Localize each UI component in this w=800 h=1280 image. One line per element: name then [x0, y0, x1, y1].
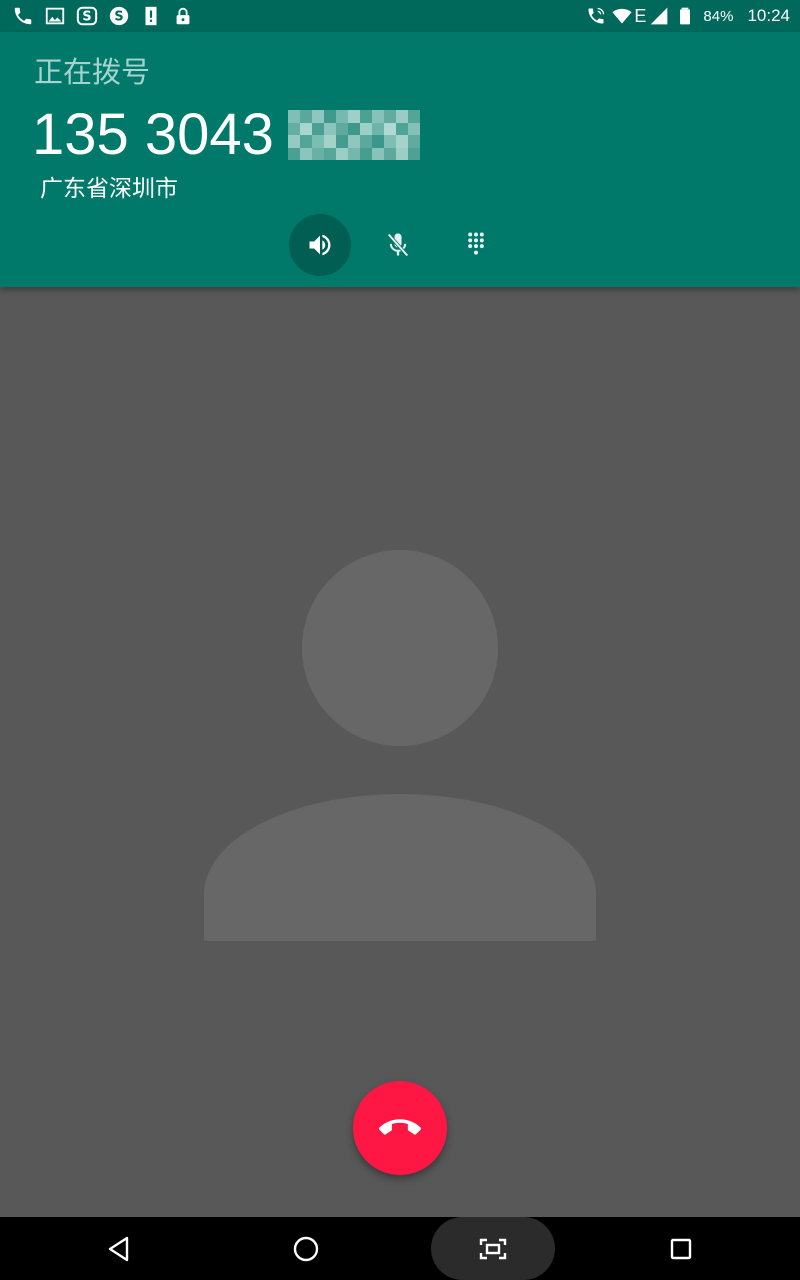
dialpad-button[interactable] [445, 214, 507, 276]
wifi-icon [612, 8, 632, 24]
home-icon [293, 1236, 319, 1261]
battery-icon [680, 7, 691, 25]
image-icon [45, 7, 65, 25]
redacted-digits [287, 110, 420, 160]
phone-number-visible: 135 3043 [32, 102, 274, 167]
speaker-button[interactable] [289, 214, 351, 276]
clock: 10:24 [747, 6, 790, 25]
mute-button[interactable] [367, 214, 429, 276]
call-state-label: 正在拨号 [34, 55, 151, 89]
lock-icon [176, 7, 190, 25]
screenshot-button[interactable] [431, 1217, 555, 1280]
s-circle-app-icon: S [109, 6, 129, 26]
signal-icon [651, 7, 668, 25]
home-button[interactable] [275, 1217, 337, 1280]
svg-text:S: S [114, 10, 123, 25]
call-controls [289, 214, 507, 276]
recents-button[interactable] [650, 1217, 712, 1280]
back-icon [108, 1236, 129, 1261]
speaker-icon [309, 234, 331, 256]
wifi-calling-icon [588, 7, 605, 24]
end-call-button[interactable] [353, 1081, 447, 1175]
phone-number: 135 3043 [32, 102, 420, 168]
status-bar: S S E 84% 10:24 [0, 0, 800, 32]
alert-icon [145, 6, 157, 26]
phone-icon [14, 7, 32, 25]
screenshot-icon [479, 1238, 507, 1259]
battery-percent: 84% [703, 7, 734, 25]
caller-location: 广东省深圳市 [40, 176, 178, 202]
avatar-placeholder-head [302, 550, 498, 746]
navigation-bar [0, 1217, 800, 1280]
back-button[interactable] [88, 1217, 150, 1280]
mute-icon [387, 233, 409, 257]
avatar-placeholder-body [204, 794, 596, 941]
contact-photo-area [0, 287, 800, 1217]
end-call-icon [379, 1119, 421, 1135]
svg-text:S: S [82, 10, 91, 25]
notification-icons: S S [12, 4, 194, 28]
s-app-icon: S [76, 6, 98, 26]
dialpad-icon [468, 232, 484, 255]
network-type-label: E [634, 5, 647, 26]
system-icons: E 84% 10:24 [586, 4, 790, 28]
call-header: 正在拨号 135 3043 广东省深圳市 [0, 32, 800, 287]
recents-icon [670, 1238, 692, 1259]
